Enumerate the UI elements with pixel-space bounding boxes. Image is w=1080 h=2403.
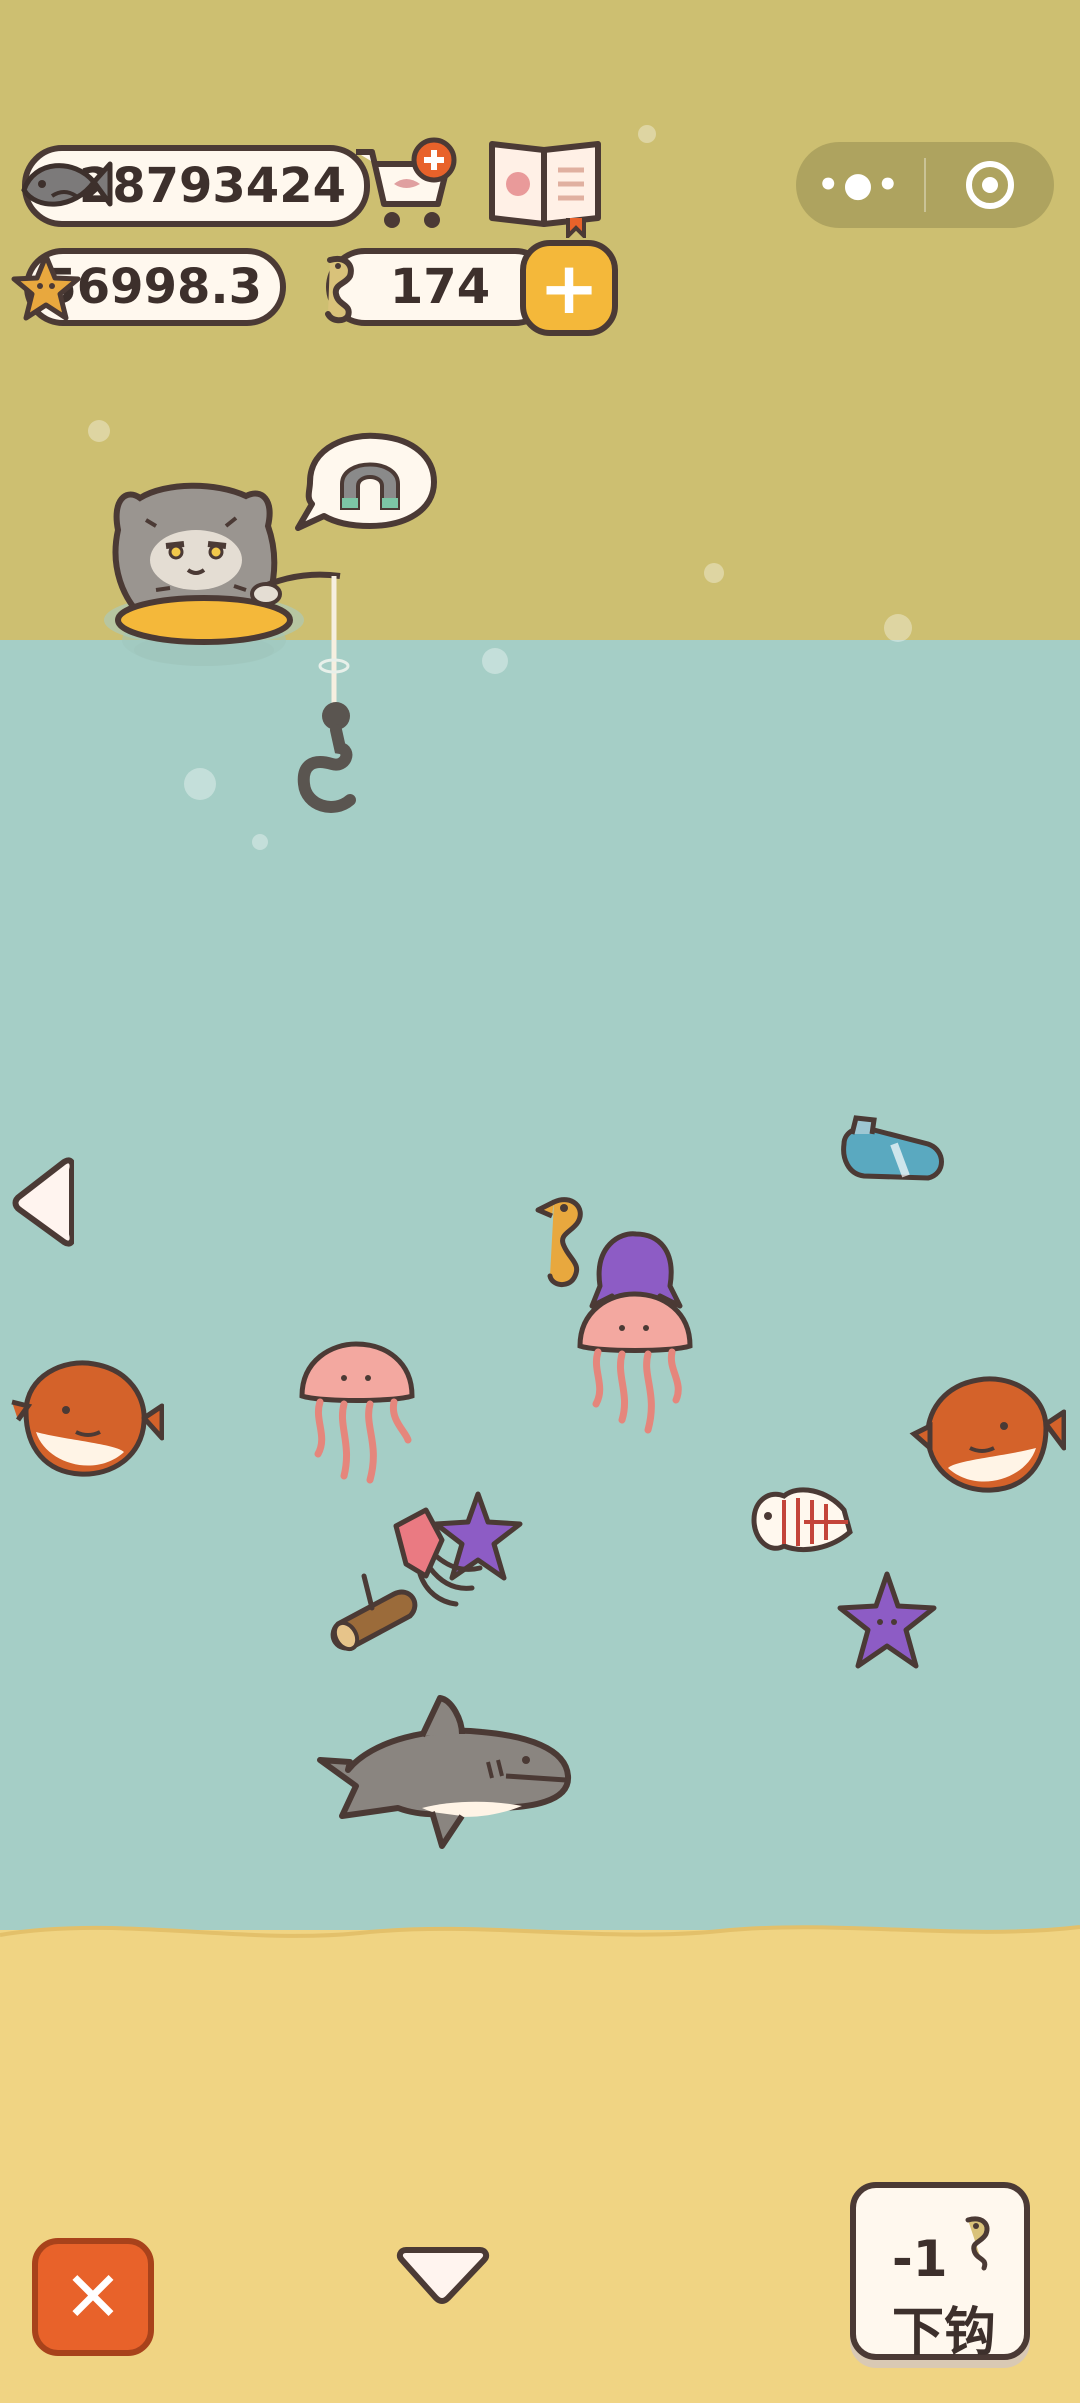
bubble: [88, 420, 110, 442]
bottle-trash: [841, 1115, 944, 1181]
fishing-hook: [297, 576, 356, 813]
down-arrow-icon[interactable]: [396, 2244, 490, 2306]
seahorse-bait-icon: [965, 2216, 990, 2271]
close-icon: ✕: [63, 2256, 123, 2338]
magnet-thought-bubble: [295, 432, 437, 531]
close-button[interactable]: ✕: [32, 2238, 154, 2356]
bait-count: 174: [389, 259, 491, 315]
purple-starfish: [837, 1571, 937, 1669]
more-menu-icon[interactable]: •●•: [796, 165, 924, 205]
fish-icon: [21, 161, 113, 207]
bubble: [184, 768, 216, 800]
cast-cost: -1: [892, 2230, 948, 2288]
fish-count: 28793424: [78, 158, 346, 214]
add-bait-button[interactable]: +: [520, 240, 618, 336]
bubble: [252, 834, 268, 850]
bubble: [482, 648, 508, 674]
driftwood-log: [330, 1573, 418, 1652]
shoreline: [0, 1925, 1080, 1965]
target-icon[interactable]: [926, 158, 1054, 212]
mini-program-capsule: •●•: [796, 142, 1054, 228]
shark: [317, 1695, 571, 1849]
fish-book-icon[interactable]: [486, 134, 606, 238]
seahorse-bait-icon: [325, 256, 354, 324]
shop-cart-icon[interactable]: [350, 132, 462, 236]
pink-jellyfish-2: [299, 1341, 415, 1484]
pufferfish-left: [11, 1360, 164, 1477]
bubble: [638, 125, 656, 143]
bubble: [884, 614, 912, 642]
fish-bone-trash: [751, 1487, 853, 1552]
left-arrow-icon[interactable]: [8, 1154, 74, 1248]
cast-label: 下钩: [892, 2303, 997, 2363]
pink-jellyfish: [577, 1291, 693, 1434]
bubble: [704, 563, 724, 583]
pufferfish-right: [909, 1376, 1066, 1493]
starfish-icon: [11, 253, 81, 321]
cast-hook-button[interactable]: -1 下钩: [850, 2182, 1030, 2363]
